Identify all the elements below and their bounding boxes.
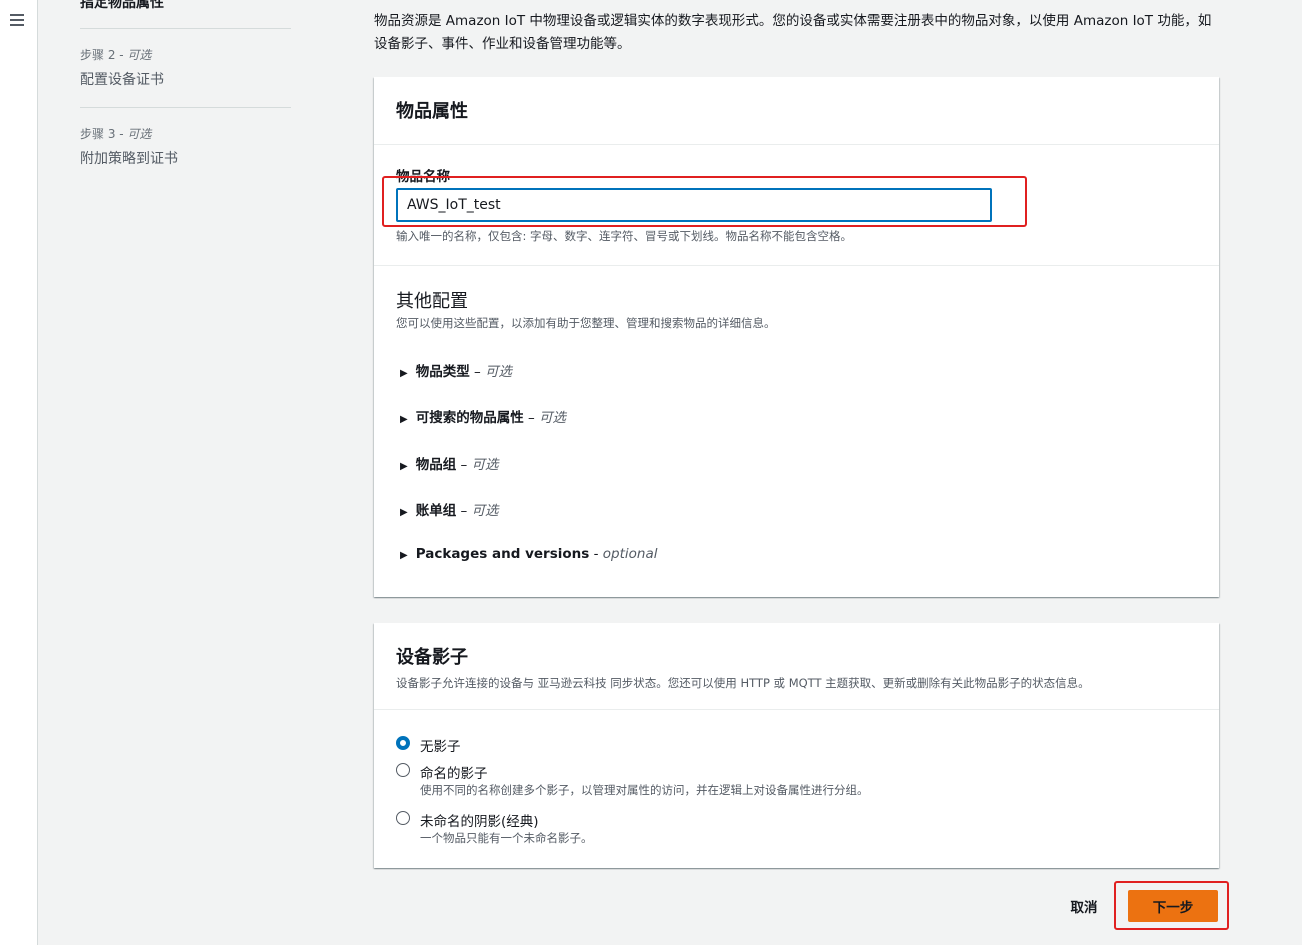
step-3-label: 步骤 3 - 可选 [80, 127, 152, 141]
step-2-title[interactable]: 配置设备证书 [80, 69, 164, 89]
radio-unchecked-icon[interactable] [396, 811, 410, 825]
divider [374, 144, 1219, 145]
device-shadow-desc: 设备影子允许连接的设备与 亚马逊云科技 同步状态。您还可以使用 HTTP 或 M… [396, 676, 1090, 690]
caret-right-icon: ▶ [400, 550, 408, 561]
thing-properties-title: 物品属性 [396, 101, 468, 122]
caret-right-icon: ▶ [400, 368, 408, 379]
menu-icon[interactable] [10, 14, 24, 26]
intro-text: 物品资源是 Amazon IoT 中物理设备或逻辑实体的数字表现形式。您的设备或… [374, 13, 1212, 52]
divider [374, 265, 1219, 266]
caret-right-icon: ▶ [400, 507, 408, 518]
next-button[interactable]: 下一步 [1128, 890, 1218, 922]
divider [374, 709, 1219, 710]
thing-name-hint: 输入唯一的名称，仅包含: 字母、数字、连字符、冒号或下划线。物品名称不能包含空格… [396, 229, 853, 243]
caret-right-icon: ▶ [400, 461, 408, 472]
step-divider [80, 28, 291, 29]
step-2-label: 步骤 2 - 可选 [80, 48, 152, 62]
radio-checked-icon[interactable] [396, 736, 410, 750]
step-divider [80, 107, 291, 108]
cancel-button[interactable]: 取消 [1056, 893, 1112, 919]
thing-name-label: 物品名称 [396, 169, 450, 185]
expander-thing-type[interactable]: ▶ 物品类型 – 可选 [400, 360, 512, 380]
caret-right-icon: ▶ [400, 414, 408, 425]
step-3-title[interactable]: 附加策略到证书 [80, 148, 178, 168]
expander-thing-groups[interactable]: ▶ 物品组 – 可选 [400, 453, 499, 473]
radio-unchecked-icon[interactable] [396, 763, 410, 777]
side-rail [0, 0, 38, 945]
thing-name-input[interactable] [396, 188, 992, 222]
expander-billing-group[interactable]: ▶ 账单组 – 可选 [400, 499, 499, 519]
current-step-title: 指定物品属性 [80, 0, 164, 11]
expander-packages-versions[interactable]: ▶ Packages and versions - optional [400, 546, 657, 562]
device-shadow-title: 设备影子 [396, 647, 468, 668]
device-shadow-card: 设备影子 设备影子允许连接的设备与 亚马逊云科技 同步状态。您还可以使用 HTT… [374, 623, 1219, 868]
thing-properties-card: 物品属性 物品名称 输入唯一的名称，仅包含: 字母、数字、连字符、冒号或下划线。… [374, 77, 1219, 597]
expander-searchable-attributes[interactable]: ▶ 可搜索的物品属性 – 可选 [400, 406, 566, 426]
other-config-desc: 您可以使用这些配置，以添加有助于您整理、管理和搜索物品的详细信息。 [396, 316, 776, 330]
other-config-title: 其他配置 [396, 291, 468, 312]
